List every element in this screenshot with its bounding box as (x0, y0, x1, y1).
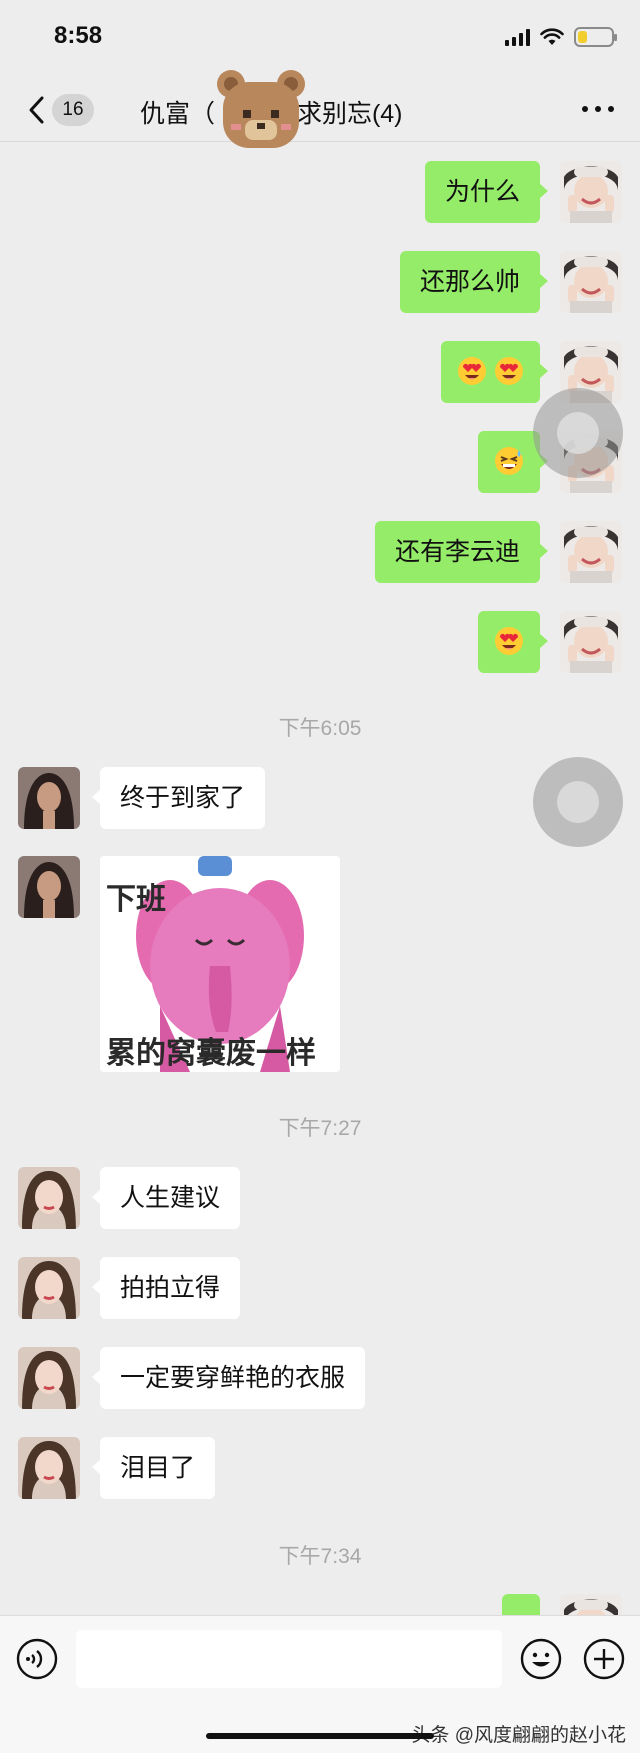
contact-avatar[interactable] (18, 856, 80, 918)
message-row: 为什么 (0, 161, 640, 225)
message-row: 泪目了 (0, 1437, 640, 1501)
emoji-picker-icon[interactable] (520, 1638, 562, 1680)
my-avatar[interactable] (560, 251, 622, 313)
watermark-text: 头条 @风度翩翩的赵小花 (411, 1725, 626, 1746)
message-row: 终于到家了 (0, 767, 640, 831)
heart-eyes-emoji-icon (458, 357, 487, 386)
timestamp: 下午7:34 (278, 1545, 362, 1568)
floating-assistive-button[interactable] (533, 388, 623, 478)
message-row: 拍拍立得 (0, 1257, 640, 1321)
contact-avatar[interactable] (18, 1347, 80, 1409)
contact-avatar[interactable] (18, 1167, 80, 1229)
wifi-icon (540, 28, 564, 45)
outgoing-message-bubble[interactable]: 为什么 (424, 161, 549, 223)
home-indicator[interactable] (206, 1733, 434, 1739)
incoming-message-bubble[interactable]: 泪目了 (91, 1437, 216, 1499)
unread-count-badge[interactable]: 16 (52, 94, 94, 126)
status-bar: 8:58 (0, 0, 640, 78)
heart-eyes-emoji-icon (495, 357, 523, 386)
outgoing-message-bubble[interactable]: 还那么帅 (399, 251, 549, 313)
my-avatar[interactable] (560, 611, 622, 673)
elephant-sticker-message[interactable]: 下班 累的窝囊废一样 (100, 856, 340, 1072)
message-row: 一定要穿鲜艳的衣服 (0, 1347, 640, 1411)
message-row: 还那么帅 (0, 251, 640, 315)
back-chevron-icon[interactable] (22, 92, 54, 128)
sticker-top-text: 下班 (106, 883, 166, 916)
more-actions-plus-icon[interactable] (583, 1638, 625, 1680)
heart-eyes-emoji-icon (495, 627, 523, 656)
status-icons (505, 27, 617, 47)
message-row: 还有李云迪 (0, 521, 640, 585)
outgoing-emoji-bubble[interactable] (478, 611, 548, 673)
sticker-bottom-text: 累的窝囊废一样 (106, 1037, 316, 1070)
outgoing-emoji-bubble[interactable] (478, 431, 548, 493)
timestamp: 下午6:05 (278, 717, 362, 740)
contact-avatar[interactable] (18, 1257, 80, 1319)
message-text-input[interactable] (76, 1630, 502, 1688)
outgoing-message-bubble[interactable]: 还有李云迪 (374, 521, 549, 583)
incoming-message-bubble[interactable]: 终于到家了 (91, 767, 266, 829)
battery-icon (574, 27, 617, 47)
more-options-icon[interactable] (582, 106, 614, 112)
bear-sticker-icon (217, 70, 305, 148)
incoming-message-bubble[interactable]: 一定要穿鲜艳的衣服 (91, 1347, 366, 1409)
incoming-message-bubble[interactable]: 人生建议 (91, 1167, 241, 1229)
contact-avatar[interactable] (18, 1437, 80, 1499)
message-row (0, 611, 640, 675)
cellular-signal-icon (505, 28, 530, 46)
grinning-sweat-emoji-icon (495, 447, 523, 476)
incoming-message-bubble[interactable]: 拍拍立得 (91, 1257, 241, 1319)
voice-input-icon[interactable] (16, 1638, 58, 1680)
message-row (0, 341, 640, 405)
my-avatar[interactable] (560, 521, 622, 583)
contact-avatar[interactable] (18, 767, 80, 829)
timestamp: 下午7:27 (278, 1117, 362, 1140)
chat-header: 16 仇富（ 签到求求别忘(4) (0, 78, 640, 142)
message-row: 人生建议 (0, 1167, 640, 1231)
my-avatar[interactable] (560, 161, 622, 223)
status-time: 8:58 (54, 22, 103, 49)
outgoing-emoji-bubble[interactable] (441, 341, 548, 403)
